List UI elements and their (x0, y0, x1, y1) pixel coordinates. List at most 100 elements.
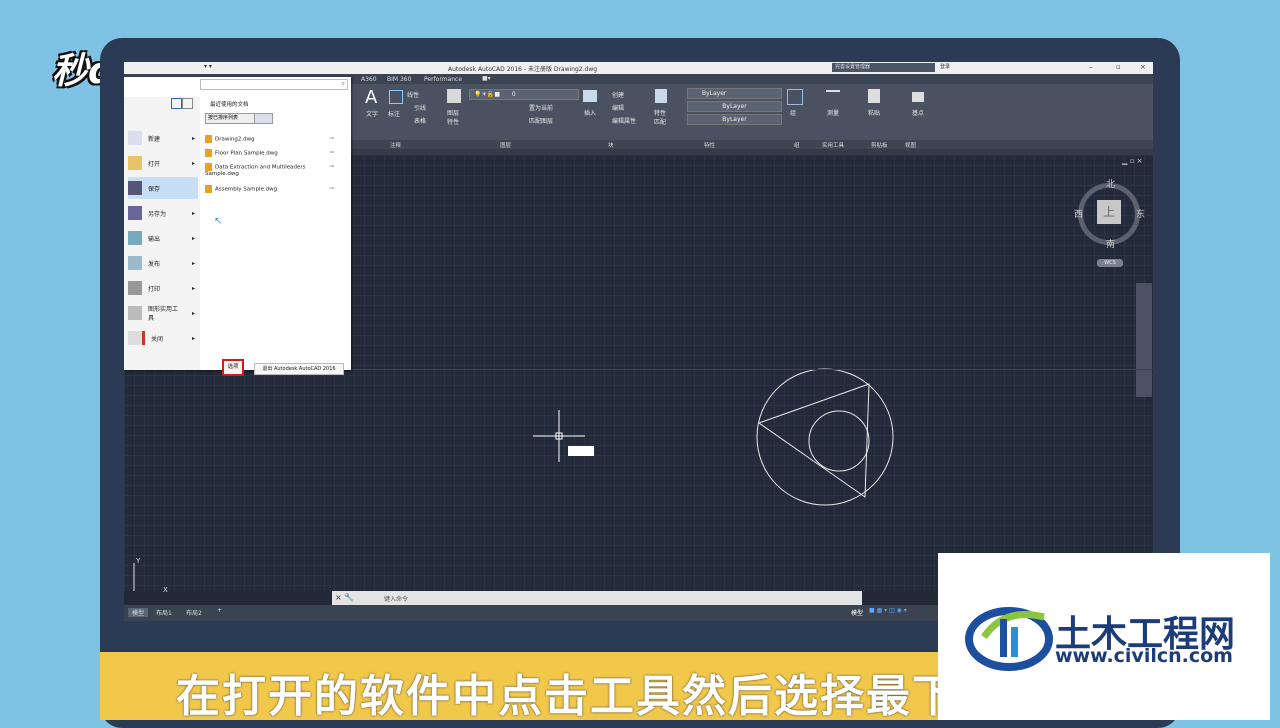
recent-file-2-label: Floor Plan Sample.dwg (215, 150, 278, 157)
tab-layout1[interactable]: 布局1 (156, 608, 172, 617)
panel-utilities[interactable]: 实用工具 (822, 141, 844, 149)
match-properties-icon[interactable] (655, 89, 667, 103)
linear-button[interactable]: 线性 (407, 90, 419, 99)
viewcube-east[interactable]: 东 (1136, 207, 1145, 220)
close-icon[interactable]: × (1140, 63, 1146, 71)
recent-file-3[interactable]: Data Extraction and Multileaders Sample.… (205, 163, 310, 177)
layer-dropdown[interactable]: 💡☀🔓■ 0 (469, 89, 579, 100)
color-dropdown-value: ByLayer (702, 90, 727, 97)
utilities-icon (128, 306, 142, 320)
view-type-dropdown[interactable] (254, 113, 273, 124)
lineweight-dropdown[interactable]: ByLayer (687, 114, 782, 125)
menu-export[interactable]: 输出 ▸ (128, 227, 198, 249)
menu-open-label: 打开 (148, 160, 161, 168)
leader-button[interactable]: 引线 (414, 103, 426, 112)
group-label: 组 (790, 110, 797, 117)
sort-dropdown[interactable]: 按已排序列表 (205, 113, 255, 124)
publish-icon (128, 256, 142, 270)
dwg-file-icon (205, 163, 212, 171)
viewport-controls[interactable]: ▁ ▫ × (1122, 157, 1142, 165)
command-line[interactable]: × 🔧 键入命令 (332, 591, 862, 605)
menu-search-input[interactable]: ⌕ (200, 79, 348, 90)
panel-groups[interactable]: 组 (794, 141, 800, 149)
viewcube-south[interactable]: 南 (1106, 237, 1115, 250)
set-current-button[interactable]: 置为当前 (529, 103, 553, 112)
status-grid-icon[interactable]: ■ ▦ ▾ ◫ ◉ ▾ (869, 607, 907, 614)
pin-icon[interactable]: ⊸ (329, 149, 334, 156)
tab-performance[interactable]: Performance (424, 76, 462, 83)
layer-properties-label: 图层特性 (447, 110, 460, 126)
menu-publish[interactable]: 发布 ▸ (128, 252, 198, 274)
chevron-right-icon: ▸ (191, 234, 195, 242)
logo-url: www.civilcn.com (1055, 645, 1233, 667)
pin-icon[interactable]: ⊸ (329, 135, 334, 142)
command-input[interactable]: 键入命令 (384, 594, 408, 603)
linetype-dropdown[interactable]: ByLayer (687, 101, 782, 112)
group-icon[interactable] (787, 89, 803, 105)
insert-label: 插入 (584, 110, 597, 117)
menu-save-as[interactable]: 另存为 ▸ (128, 202, 198, 224)
navigation-bar[interactable] (1136, 283, 1152, 397)
panel-annotation[interactable]: 注释 (390, 141, 401, 149)
command-close-icon[interactable]: × 🔧 (335, 593, 354, 602)
menu-save[interactable]: 保存 (128, 177, 198, 199)
caption-text: 在打开的软件中点击工具然后选择最下方 (176, 671, 1004, 722)
panel-properties[interactable]: 特性 (704, 141, 715, 149)
edit-block-button[interactable]: 编辑 (612, 103, 624, 112)
restore-icon[interactable]: ▫ (1116, 63, 1121, 71)
layer-properties-icon[interactable] (447, 89, 461, 103)
base-view-label: 基点 (912, 110, 925, 117)
create-block-button[interactable]: 创建 (612, 90, 624, 99)
minimize-icon[interactable]: – (1089, 63, 1093, 71)
recent-file-3-label: Data Extraction and Multileaders Sample.… (205, 164, 306, 178)
viewcube-north[interactable]: 北 (1106, 177, 1115, 190)
menu-open[interactable]: 打开 ▸ (128, 152, 198, 174)
recent-file-1-label: Drawing2.dwg (215, 136, 255, 143)
wcs-menu[interactable]: WCS (1097, 259, 1123, 267)
open-docs-view-icon[interactable] (182, 98, 193, 109)
pin-icon[interactable]: ⊸ (329, 185, 334, 192)
panel-layers[interactable]: 图层 (500, 141, 511, 149)
panel-block[interactable]: 块 (608, 141, 614, 149)
menu-new[interactable]: 新建 ▸ (128, 127, 198, 149)
search-input[interactable]: 完善设置管理器 (832, 63, 935, 72)
color-dropdown[interactable]: ByLayer (687, 88, 782, 99)
tab-overflow-icon[interactable]: ■▾ (482, 75, 491, 82)
recent-file-4[interactable]: Assembly Sample.dwg (205, 185, 277, 193)
menu-drawing-utilities[interactable]: 图形实用工具 ▸ (128, 302, 198, 324)
text-tool-icon[interactable]: A (365, 87, 377, 108)
table-button[interactable]: 表格 (414, 116, 426, 125)
status-model-button[interactable]: 模型 (851, 608, 863, 617)
add-layout-tab[interactable]: + (217, 607, 222, 614)
match-layer-button[interactable]: 匹配图层 (529, 116, 553, 125)
menu-close[interactable]: 关闭 ▸ (128, 327, 198, 349)
recent-file-2[interactable]: Floor Plan Sample.dwg (205, 149, 278, 157)
recent-file-1[interactable]: Drawing2.dwg (205, 135, 255, 143)
menu-print[interactable]: 打印 ▸ (128, 277, 198, 299)
base-view-icon[interactable] (912, 92, 924, 102)
panel-clipboard[interactable]: 剪贴板 (871, 141, 888, 149)
panel-view[interactable]: 视图 (905, 141, 916, 149)
exit-autocad-button[interactable]: 退出 Autodesk AutoCAD 2016 (254, 363, 344, 375)
menu-publish-label: 发布 (148, 260, 161, 268)
viewcube-top-face[interactable]: 上 (1097, 200, 1121, 224)
insert-block-icon[interactable] (583, 90, 597, 102)
mouse-cursor-icon: ↖ (214, 216, 223, 227)
login-button[interactable]: 登录 (940, 63, 950, 70)
paste-icon[interactable] (868, 89, 880, 103)
tab-model[interactable]: 模型 (128, 608, 149, 617)
chevron-right-icon: ▸ (191, 159, 195, 167)
pin-icon[interactable]: ⊸ (329, 163, 334, 170)
tab-a360[interactable]: A360 (361, 76, 377, 83)
chevron-right-icon: ▸ (191, 309, 195, 317)
options-button[interactable]: 选项 (222, 359, 244, 376)
viewcube-west[interactable]: 西 (1074, 207, 1083, 220)
dimension-icon[interactable] (389, 90, 403, 104)
recent-docs-view-icon[interactable] (171, 98, 182, 109)
tab-layout2[interactable]: 布局2 (186, 608, 202, 617)
measure-icon[interactable] (826, 90, 840, 102)
lineweight-dropdown-value: ByLayer (722, 116, 747, 123)
edit-attributes-button[interactable]: 编辑属性 (612, 116, 636, 125)
quick-access-dropdown-icon[interactable]: ▾ ▾ (204, 63, 212, 70)
tab-bim360[interactable]: BIM 360 (387, 76, 411, 83)
